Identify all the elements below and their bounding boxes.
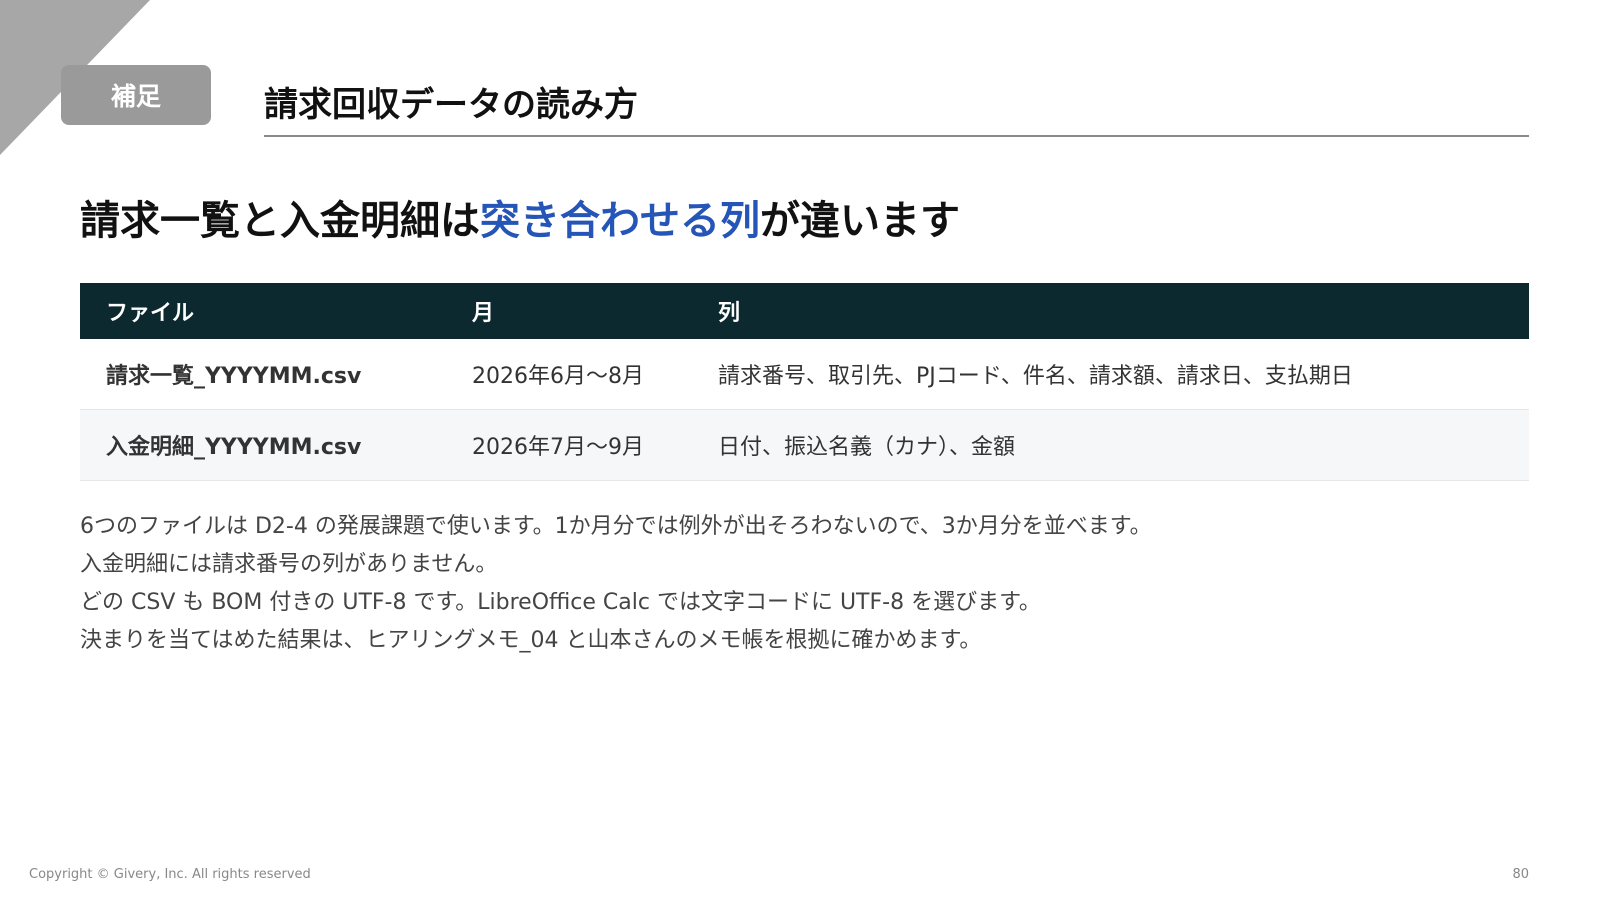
file-name-cell: 入金明細_YYYYMM.csv <box>80 409 446 481</box>
month-cell: 2026年6月〜8月 <box>446 339 692 410</box>
table-row: 請求一覧_YYYYMM.csv 2026年6月〜8月 請求番号、取引先、PJコー… <box>80 339 1529 410</box>
note-line: 6つのファイルは D2-4 の発展課題で使います。1か月分では例外が出そろわない… <box>80 514 1152 539</box>
note-line: どの CSV も BOM 付きの UTF-8 です。LibreOffice Ca… <box>80 590 1041 615</box>
column-header-columns: 列 <box>692 283 1529 339</box>
file-name-cell: 請求一覧_YYYYMM.csv <box>80 339 446 410</box>
notes-block: 6つのファイルは D2-4 の発展課題で使います。1か月分では例外が出そろわない… <box>80 508 1520 660</box>
month-cell: 2026年7月〜9月 <box>446 409 692 481</box>
note-line: 決まりを当てはめた結果は、ヒアリングメモ_04 と山本さんのメモ帳を根拠に確かめ… <box>80 628 982 653</box>
columns-cell: 請求番号、取引先、PJコード、件名、請求額、請求日、支払期日 <box>692 339 1529 410</box>
headline-text-before: 請求一覧と入金明細は <box>80 198 480 244</box>
column-header-month: 月 <box>446 283 692 339</box>
slide-headline: 請求一覧と入金明細は突き合わせる列が違います <box>80 188 960 246</box>
table-header-row: ファイル 月 列 <box>80 283 1529 339</box>
headline-highlight: 突き合わせる列 <box>480 198 760 244</box>
column-header-file: ファイル <box>80 283 446 339</box>
columns-cell: 日付、振込名義（カナ）、金額 <box>692 409 1529 481</box>
file-columns-table: ファイル 月 列 請求一覧_YYYYMM.csv 2026年6月〜8月 請求番号… <box>80 283 1529 481</box>
section-tag: 補足 <box>61 65 211 125</box>
table-row: 入金明細_YYYYMM.csv 2026年7月〜9月 日付、振込名義（カナ）、金… <box>80 409 1529 481</box>
headline-text-after: が違います <box>760 198 960 244</box>
note-line: 入金明細には請求番号の列がありません。 <box>80 552 498 577</box>
copyright-text: Copyright © Givery, Inc. All rights rese… <box>29 867 311 882</box>
title-divider <box>264 135 1529 137</box>
page-number: 80 <box>1512 867 1529 882</box>
page-title: 請求回収データの読み方 <box>264 85 638 125</box>
